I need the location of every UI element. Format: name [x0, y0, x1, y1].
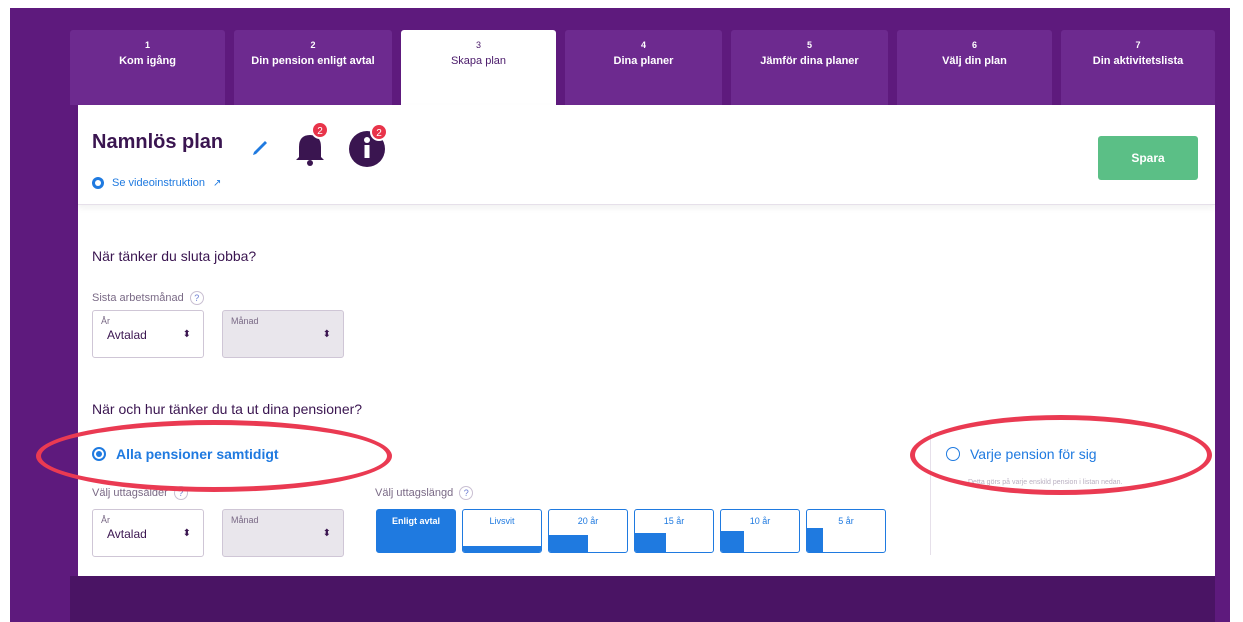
- sort-arrows-icon: ⬍: [182, 329, 191, 340]
- select-value: Avtalad: [107, 328, 147, 342]
- choose-period-label: Välj uttagslängd?: [375, 486, 474, 500]
- sort-arrows-icon: ⬍: [322, 528, 331, 539]
- tab-label: Skapa plan: [450, 55, 507, 67]
- tab-label: Dina planer: [613, 55, 674, 67]
- tab-number: 7: [1135, 40, 1141, 50]
- period-bar: [635, 533, 666, 552]
- video-link-text: Se videoinstruktion: [112, 177, 205, 189]
- period-label: 10 år: [749, 516, 771, 526]
- pencil-icon[interactable]: [250, 135, 272, 157]
- notification-bell[interactable]: 2: [293, 121, 329, 167]
- select-caption: Månad: [231, 515, 259, 525]
- step-tabs: 1 Kom igång 2 Din pension enligt avtal 3…: [70, 30, 1215, 105]
- save-button[interactable]: Spara: [1098, 136, 1198, 180]
- period-bar: [807, 528, 823, 552]
- tab-label: Kom igång: [119, 55, 176, 67]
- period-option-10[interactable]: 10 år: [720, 509, 800, 553]
- tab-number: 1: [144, 40, 150, 50]
- withdraw-month-select: Månad ⬍: [222, 509, 344, 557]
- external-link-icon: ↗: [212, 177, 222, 189]
- period-label: 20 år: [577, 516, 599, 526]
- play-icon: [92, 177, 104, 189]
- help-icon[interactable]: ?: [189, 291, 204, 305]
- period-option-avtal[interactable]: Enligt avtal: [376, 509, 456, 553]
- highlight-circle-each: [910, 415, 1212, 495]
- select-caption: Månad: [231, 316, 259, 326]
- period-label: 5 år: [838, 516, 854, 526]
- highlight-circle-all: [36, 420, 392, 492]
- period-option-15[interactable]: 15 år: [634, 509, 714, 553]
- tab-jamfor[interactable]: 5 Jämför dina planer: [731, 30, 888, 105]
- sort-arrows-icon: ⬍: [322, 329, 331, 340]
- period-option-livsvit[interactable]: Livsvit: [462, 509, 542, 553]
- sort-arrows-icon: ⬍: [182, 528, 191, 539]
- info-button[interactable]: 2: [346, 123, 388, 169]
- select-value: Avtalad: [107, 527, 147, 541]
- info-badge: 2: [370, 123, 388, 141]
- tab-label: Din aktivitetslista: [1092, 55, 1184, 67]
- period-option-20[interactable]: 20 år: [548, 509, 628, 553]
- period-bar: [463, 546, 541, 552]
- tab-aktivitetslista[interactable]: 7 Din aktivitetslista: [1061, 30, 1215, 105]
- select-caption: År: [101, 515, 110, 525]
- tab-valj-plan[interactable]: 6 Välj din plan: [897, 30, 1052, 105]
- tab-number: 5: [806, 40, 812, 50]
- period-label: Livsvit: [489, 516, 515, 526]
- tab-label: Jämför dina planer: [760, 55, 859, 67]
- period-bar: [721, 531, 744, 552]
- tab-label: Välj din plan: [942, 55, 1007, 67]
- video-instruction-link[interactable]: Se videoinstruktion ↗: [92, 177, 221, 189]
- tab-label: Din pension enligt avtal: [251, 55, 375, 67]
- period-option-5[interactable]: 5 år: [806, 509, 886, 553]
- choose-period-text: Välj uttagslängd: [375, 486, 454, 499]
- tab-number: 4: [640, 40, 646, 50]
- last-month-label: Sista arbetsmånad?: [92, 291, 204, 305]
- tab-number: 6: [971, 40, 977, 50]
- page-title: Namnlös plan: [92, 131, 224, 153]
- last-month-text: Sista arbetsmånad: [92, 291, 184, 304]
- notification-badge: 2: [311, 121, 329, 139]
- bottom-section-band: [70, 576, 1215, 622]
- withdrawal-question: När och hur tänker du ta ut dina pension…: [92, 401, 363, 417]
- help-icon[interactable]: ?: [459, 486, 474, 500]
- withdraw-year-select[interactable]: År Avtalad ⬍: [92, 509, 204, 557]
- retire-question: När tänker du sluta jobba?: [92, 248, 257, 264]
- tab-number: 2: [310, 40, 316, 50]
- period-label: Enligt avtal: [391, 516, 440, 526]
- plan-header: Namnlös plan 2 2 Se videoinstruktion ↗ S…: [78, 105, 1215, 205]
- tab-din-pension[interactable]: 2 Din pension enligt avtal: [234, 30, 392, 105]
- tab-dina-planer[interactable]: 4 Dina planer: [565, 30, 722, 105]
- retire-month-select: Månad ⬍: [222, 310, 344, 358]
- period-label: 15 år: [663, 516, 685, 526]
- tab-kom-igang[interactable]: 1 Kom igång: [70, 30, 225, 105]
- select-caption: År: [101, 316, 110, 326]
- tab-skapa-plan[interactable]: 3 Skapa plan: [401, 30, 556, 105]
- tab-number: 3: [475, 40, 481, 50]
- retire-year-select[interactable]: År Avtalad ⬍: [92, 310, 204, 358]
- plan-panel: Namnlös plan 2 2 Se videoinstruktion ↗ S…: [78, 105, 1215, 585]
- period-bar: [549, 535, 588, 552]
